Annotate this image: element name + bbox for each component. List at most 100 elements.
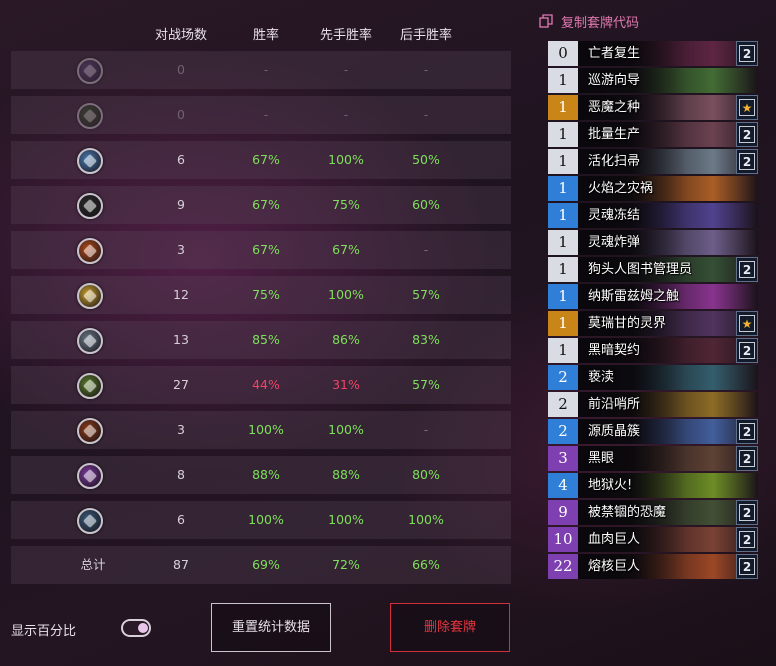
card-name: 莫瑞甘的灵界 — [588, 316, 667, 331]
card-name: 活化扫帚 — [588, 154, 641, 169]
deck-card-list: 0 亡者复生 2 1 巡游向导 1 恶魔之种 ★ 1 批量生产 2 1 活化扫帚 2 1 火焰之灾祸 1 灵魂冻结… — [548, 41, 758, 581]
deck-card[interactable]: 1 巡游向导 — [548, 68, 758, 93]
deck-card[interactable]: 1 狗头人图书管理员 2 — [548, 257, 758, 282]
stats-table: 0- - - 0- - - 6 67% 100% 50% 9 67% 75% 60% 3 67% 67% - 12 7… — [11, 51, 511, 591]
stats-row: 0--- — [11, 96, 511, 134]
deck-card[interactable]: 2 源质晶簇 2 — [548, 419, 758, 444]
second-winrate-cell: 50% — [412, 152, 440, 167]
card-count: 2 — [739, 423, 755, 440]
deck-card[interactable]: 1 火焰之灾祸 — [548, 176, 758, 201]
card-count-badge: 2 — [736, 257, 758, 282]
card-count: 2 — [739, 153, 755, 170]
card-name: 纳斯雷兹姆之触 — [588, 289, 680, 304]
deck-card[interactable]: 2 前沿哨所 — [548, 392, 758, 417]
second-winrate-column-header: 后手胜率 — [399, 28, 452, 43]
card-count-badge: 2 — [736, 446, 758, 471]
deck-card[interactable]: 1 纳斯雷兹姆之触 — [548, 284, 758, 309]
stats-row: 6 100% 100% 100% — [11, 501, 511, 539]
card-cost: 9 — [548, 500, 578, 525]
card-count-badge: 2 — [736, 122, 758, 147]
deck-card[interactable]: 3 黑眼 2 — [548, 446, 758, 471]
card-name: 黑眼 — [588, 451, 615, 466]
card-cost: 1 — [548, 311, 578, 336]
card-cost: 2 — [548, 392, 578, 417]
deck-card[interactable]: 9 被禁锢的恐魔 2 — [548, 500, 758, 525]
card-cost: 1 — [548, 176, 578, 201]
hunter-class-icon — [77, 103, 103, 129]
card-cost: 2 — [548, 419, 578, 444]
second-winrate-cell: - — [423, 242, 429, 257]
stats-row: 3 67% 67% - — [11, 231, 511, 269]
deck-card[interactable]: 1 活化扫帚 2 — [548, 149, 758, 174]
legendary-star-icon: ★ — [739, 99, 755, 116]
card-cost: 1 — [548, 95, 578, 120]
warlock-class-icon — [77, 418, 103, 444]
card-name: 狗头人图书管理员 — [588, 262, 693, 277]
deck-card[interactable]: 2 亵渎 — [548, 365, 758, 390]
deck-card[interactable]: 10 血肉巨人 2 — [548, 527, 758, 552]
card-cost: 1 — [548, 149, 578, 174]
reset-stats-button[interactable]: 重置统计数据 — [211, 603, 331, 652]
deck-card[interactable]: 4 地狱火! — [548, 473, 758, 498]
card-count-badge: ★ — [736, 95, 758, 120]
deck-card[interactable]: 22 熔核巨人 2 — [548, 554, 758, 579]
stats-row: 27 44% 31% 57% — [11, 366, 511, 404]
second-winrate-cell: 80% — [412, 467, 440, 482]
card-count: 2 — [739, 261, 755, 278]
second-winrate-cell: - — [423, 107, 429, 122]
card-name: 恶魔之种 — [588, 100, 641, 115]
stats-row: 12 75% 100% 57% — [11, 276, 511, 314]
stats-row: 9 67% 75% 60% — [11, 186, 511, 224]
show-percent-label: 显示百分比 — [11, 624, 77, 639]
card-count: 2 — [739, 531, 755, 548]
card-name: 前沿哨所 — [588, 397, 641, 412]
card-cost: 3 — [548, 446, 578, 471]
stats-row: 8 88% 88% 80% — [11, 456, 511, 494]
card-cost: 1 — [548, 230, 578, 255]
card-name: 亡者复生 — [588, 46, 641, 61]
card-name: 火焰之灾祸 — [588, 181, 654, 196]
bottom-controls: 显示百分比 重置统计数据 删除套牌 — [0, 602, 520, 652]
card-name: 亵渎 — [588, 370, 615, 385]
deck-card[interactable]: 0 亡者复生 2 — [548, 41, 758, 66]
card-count-badge: 2 — [736, 41, 758, 66]
stats-row: 6 67% 100% 50% — [11, 141, 511, 179]
show-percent-toggle[interactable] — [121, 619, 151, 637]
second-winrate-cell: 57% — [412, 377, 440, 392]
deck-card[interactable]: 1 灵魂冻结 — [548, 203, 758, 228]
card-cost: 10 — [548, 527, 578, 552]
card-cost: 1 — [548, 122, 578, 147]
deck-card[interactable]: 1 灵魂炸弹 — [548, 230, 758, 255]
rogue-class-icon — [77, 193, 103, 219]
second-winrate-cell: 57% — [412, 287, 440, 302]
card-name: 血肉巨人 — [588, 532, 641, 547]
card-count-badge: 2 — [736, 149, 758, 174]
shaman-class-icon — [77, 148, 103, 174]
total-second-winrate-cell: 66% — [412, 557, 440, 572]
second-winrate-cell: - — [423, 422, 429, 437]
card-name: 熔核巨人 — [588, 559, 641, 574]
card-count-badge: 2 — [736, 527, 758, 552]
card-cost: 1 — [548, 203, 578, 228]
paladin-class-icon — [77, 283, 103, 309]
total-label: 总计 — [80, 557, 106, 572]
copy-icon — [539, 14, 553, 28]
deck-card[interactable]: 1 恶魔之种 ★ — [548, 95, 758, 120]
deck-card[interactable]: 1 莫瑞甘的灵界 ★ — [548, 311, 758, 336]
delete-deck-button[interactable]: 删除套牌 — [390, 603, 510, 652]
mage-class-icon — [77, 58, 103, 84]
card-name: 地狱火! — [588, 478, 633, 493]
deck-card[interactable]: 1 黑暗契约 2 — [548, 338, 758, 363]
second-winrate-cell: 60% — [412, 197, 440, 212]
stats-header: 对战场数 胜率 先手胜率 后手胜率 — [0, 24, 520, 43]
toggle-knob — [138, 623, 148, 633]
card-name: 批量生产 — [588, 127, 641, 142]
druid-class-icon — [77, 373, 103, 399]
card-count: 2 — [739, 45, 755, 62]
card-cost: 22 — [548, 554, 578, 579]
card-count-badge: 2 — [736, 419, 758, 444]
stats-row: 3 100% 100% - — [11, 411, 511, 449]
deck-card[interactable]: 1 批量生产 2 — [548, 122, 758, 147]
legendary-star-icon: ★ — [739, 315, 755, 332]
demon-hunter-class-icon — [77, 463, 103, 489]
